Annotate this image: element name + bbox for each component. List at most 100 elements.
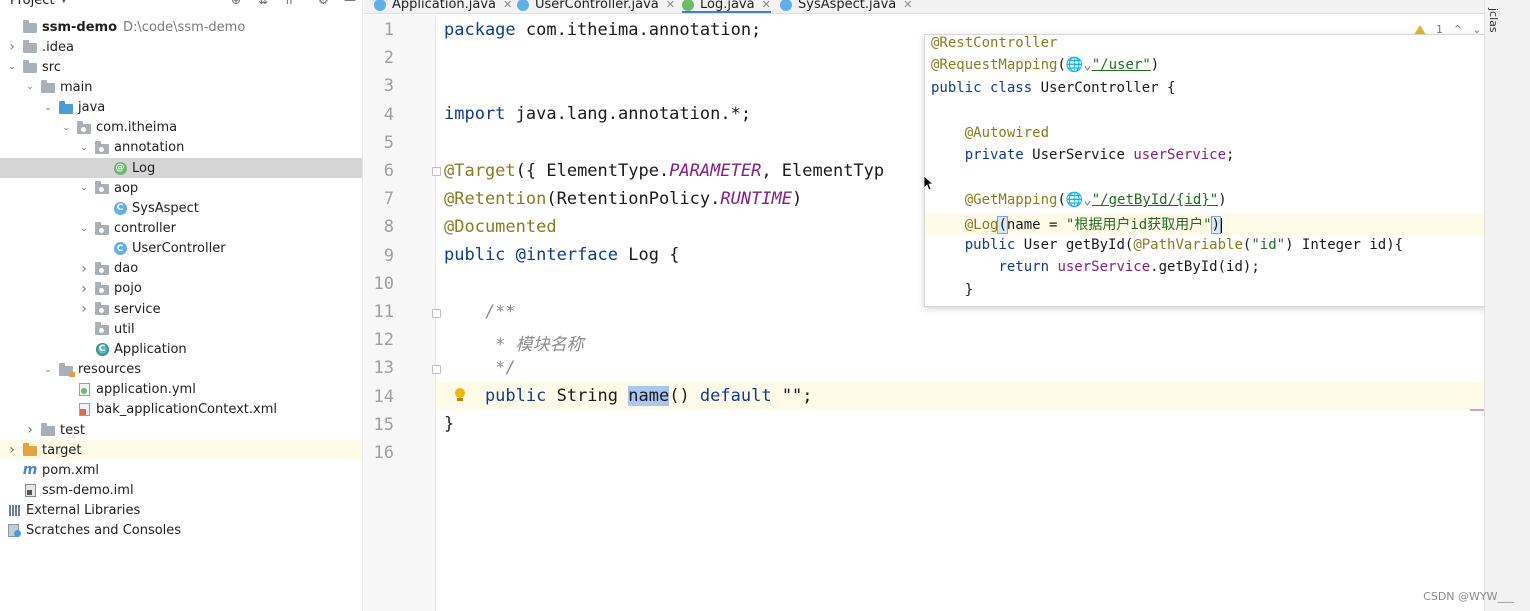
chevron-right-icon[interactable]: ›: [24, 422, 36, 438]
tree-item-dao[interactable]: › dao: [0, 259, 362, 279]
popup-line-10: public User getById(@PathVariable("id") …: [931, 237, 1403, 253]
tree-item-external-libraries[interactable]: External Libraries: [0, 501, 362, 521]
tree-item-resources[interactable]: ⌄ resources: [0, 360, 362, 380]
code-token: UserController {: [1032, 80, 1176, 96]
tab-log-java[interactable]: Log.java ✕: [682, 0, 771, 13]
tree-item-bak-applicationcontext-xml[interactable]: bak_applicationContext.xml: [0, 400, 362, 420]
tree-item-application[interactable]: C Application: [0, 339, 362, 359]
gear-icon[interactable]: ⚙: [318, 0, 329, 7]
chevron-right-icon[interactable]: ›: [78, 301, 90, 317]
tree-item-src[interactable]: ⌄ src: [0, 57, 362, 77]
chevron-down-icon[interactable]: ▼: [60, 0, 68, 5]
class-icon: [374, 0, 386, 11]
chevron-down-icon[interactable]: ⌄: [78, 182, 90, 194]
tree-item-application-yml[interactable]: application.yml: [0, 380, 362, 400]
popup-line-12: }: [931, 282, 973, 298]
package-icon: [94, 281, 110, 296]
collapse-all-icon[interactable]: ⇈: [284, 0, 294, 7]
code-token: RUNTIME: [720, 189, 793, 209]
fold-marker[interactable]: [432, 365, 441, 374]
close-icon[interactable]: ✕: [503, 0, 512, 11]
tree-item-label: target: [42, 442, 82, 458]
tree-item-label: Application: [114, 341, 187, 357]
tab-usercontroller-java[interactable]: UserController.java ✕: [517, 0, 675, 13]
chevron-down-icon[interactable]: ⌄: [42, 364, 54, 376]
tree-item-scratches-and-consoles[interactable]: Scratches and Consoles: [0, 521, 362, 541]
quick-definition-popup[interactable]: @RestController @RequestMapping(🌐⌄"/user…: [924, 34, 1500, 307]
hide-panel-icon[interactable]: —: [344, 0, 356, 7]
tree-item-com-itheima[interactable]: ⌄ com.itheima: [0, 118, 362, 138]
code-token: }: [964, 282, 974, 298]
fold-marker[interactable]: [432, 309, 441, 318]
tree-item-util[interactable]: util: [0, 319, 362, 339]
tree-item-main[interactable]: ⌄ main: [0, 77, 362, 97]
url-link[interactable]: "/user": [1092, 57, 1151, 73]
tree-item-test[interactable]: › test: [0, 420, 362, 440]
code-line-15: }: [444, 414, 454, 434]
package-icon: [76, 120, 92, 135]
tree-item-annotation[interactable]: ⌄ annotation: [0, 138, 362, 158]
chevron-down-icon[interactable]: ⌄: [78, 223, 90, 235]
tree-item-controller[interactable]: ⌄ controller: [0, 219, 362, 239]
chevron-down-icon[interactable]: ⌄: [24, 81, 36, 93]
tree-item-sysaspect[interactable]: C SysAspect: [0, 198, 362, 218]
popup-line-1: @RestController: [931, 35, 1057, 51]
chevron-down-icon[interactable]: ⌄: [60, 122, 72, 134]
chevron-down-icon[interactable]: ⌄: [42, 102, 54, 114]
lightbulb-icon[interactable]: [454, 388, 466, 402]
close-icon[interactable]: ✕: [903, 0, 912, 11]
tab-sysaspect-java[interactable]: SysAspect.java ✕: [780, 0, 912, 13]
globe-icon[interactable]: 🌐⌄: [1066, 192, 1092, 208]
tree-item-target[interactable]: › target: [0, 440, 362, 461]
close-icon[interactable]: ✕: [666, 0, 675, 11]
text-caret: [1220, 217, 1223, 233]
selected-identifier[interactable]: name: [628, 386, 670, 406]
tree-item-java[interactable]: ⌄ java: [0, 98, 362, 118]
expand-all-icon[interactable]: ⇊: [258, 0, 268, 7]
tree-item-ssm-demo-iml[interactable]: ssm-demo.iml: [0, 480, 362, 500]
scrollbar-marker[interactable]: [1470, 409, 1484, 411]
code-token: @GetMapping: [964, 192, 1058, 208]
chevron-down-icon[interactable]: ⌄: [78, 142, 90, 154]
mouse-cursor-icon: [924, 176, 934, 190]
chevron-right-icon[interactable]: ›: [78, 281, 90, 297]
project-view-selector[interactable]: Project: [10, 0, 54, 8]
globe-icon[interactable]: 🌐⌄: [1066, 57, 1092, 73]
code-token: UserService: [1023, 147, 1134, 163]
tree-item--idea[interactable]: › .idea: [0, 37, 362, 57]
package-icon: [94, 322, 110, 336]
chevron-down-icon[interactable]: ⌄: [6, 61, 18, 73]
tree-item-pojo[interactable]: › pojo: [0, 279, 362, 299]
tree-item-label: src: [42, 59, 61, 75]
tab-application-java[interactable]: Application.java ✕: [374, 0, 512, 13]
url-link[interactable]: "/getById/{id}": [1092, 192, 1218, 208]
tree-item-service[interactable]: › service: [0, 299, 362, 319]
right-tool-tab[interactable]: jclas: [1487, 8, 1500, 33]
xml-file-icon: [76, 403, 92, 417]
tree-item-label: test: [60, 422, 85, 438]
chevron-right-icon[interactable]: ›: [6, 442, 18, 458]
close-icon[interactable]: ✕: [762, 0, 771, 11]
fold-marker[interactable]: [432, 167, 441, 176]
chevron-right-icon[interactable]: ›: [6, 39, 18, 55]
tree-item-log[interactable]: @ Log: [0, 158, 362, 179]
package-icon: [94, 181, 110, 195]
tab-label: Application.java: [392, 0, 497, 12]
tree-item-label: aop: [114, 180, 139, 196]
tree-item-pom-xml[interactable]: m pom.xml: [0, 460, 362, 480]
watermark: CSDN @WYW___: [1423, 590, 1514, 603]
tree-item-label: util: [114, 321, 135, 337]
tree-item-ssm-demo[interactable]: ssm-demo D:\code\ssm-demo: [0, 17, 362, 37]
tree-item-label: UserController: [132, 241, 226, 257]
tree-item-label: Scratches and Consoles: [26, 523, 182, 539]
tree-item-usercontroller[interactable]: C UserController: [0, 239, 362, 259]
folder-icon: [40, 80, 56, 94]
tree-item-aop[interactable]: ⌄ aop: [0, 178, 362, 198]
code-token: @RequestMapping: [931, 57, 1058, 73]
excluded-folder-icon: [22, 443, 38, 457]
locate-icon[interactable]: ⊕: [231, 0, 241, 7]
chevron-right-icon[interactable]: ›: [78, 261, 90, 277]
folder-icon: [22, 40, 38, 54]
